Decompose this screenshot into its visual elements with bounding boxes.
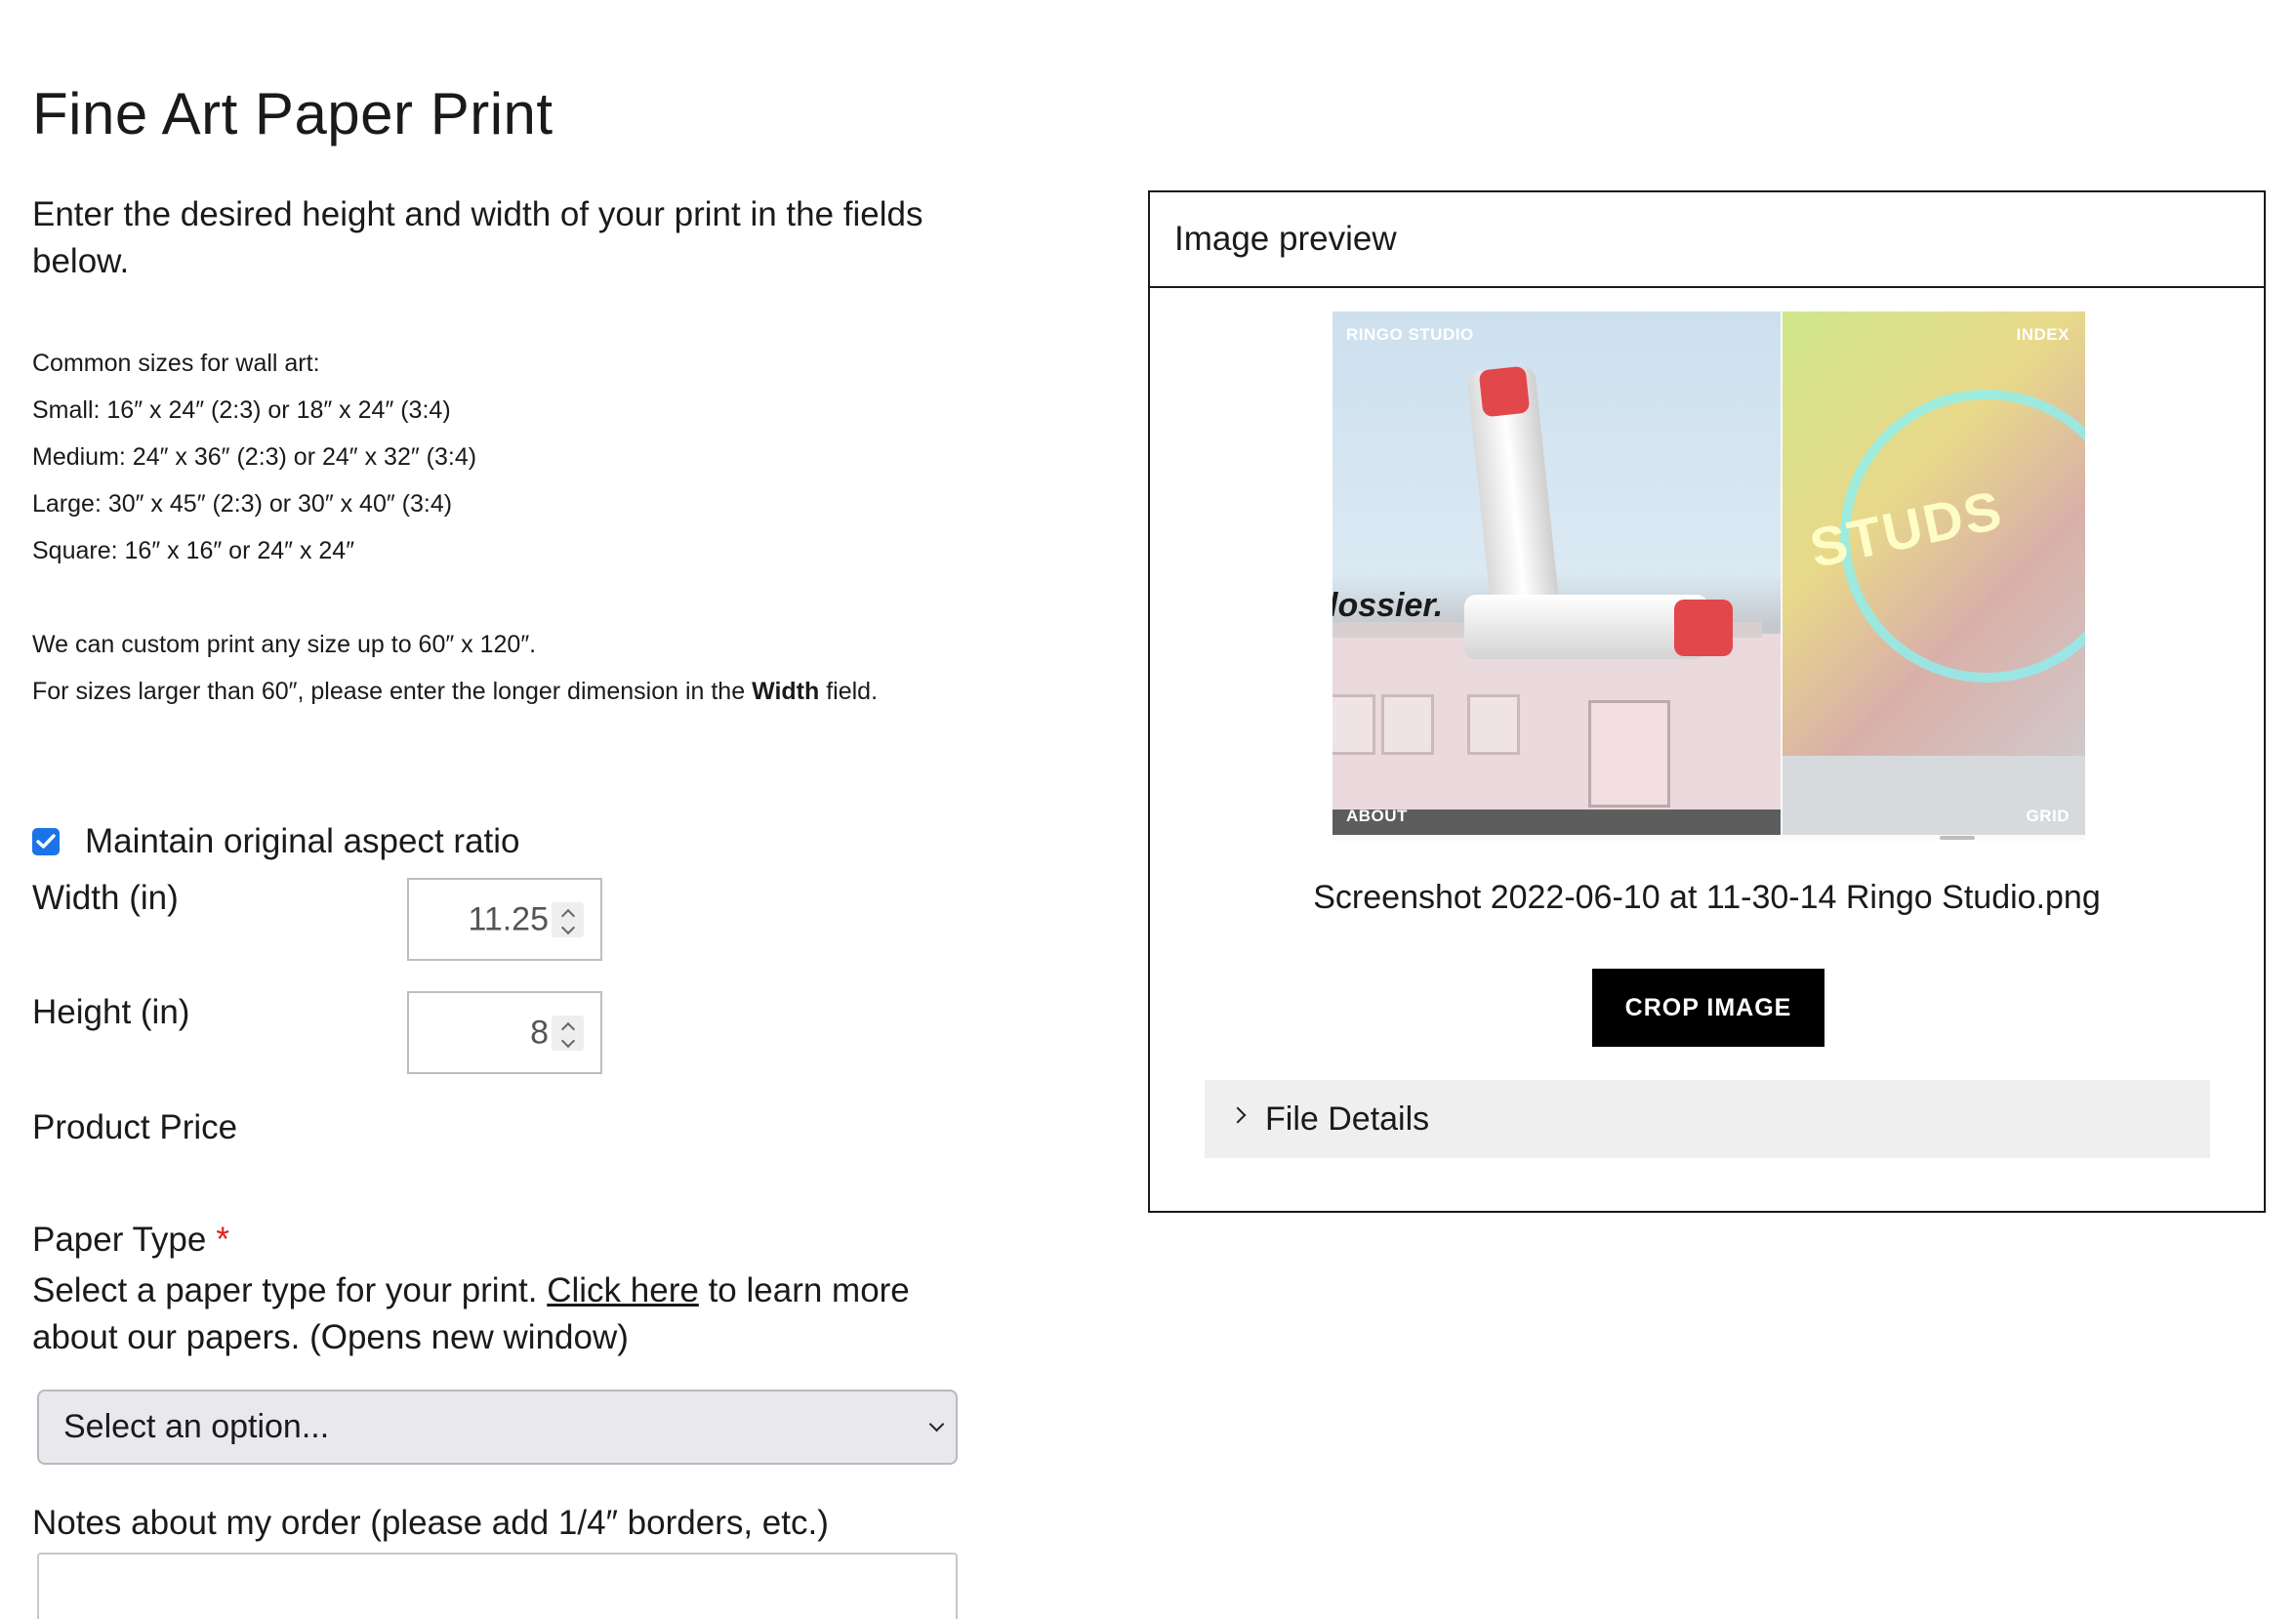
preview-image: lossier. STUDS RINGO STUDIO INDEX ABOUT … bbox=[1332, 311, 2085, 841]
height-stepper[interactable] bbox=[552, 1015, 584, 1051]
image-preview-panel: Image preview lossier. STUDS RINGO STUDI… bbox=[1148, 190, 2266, 1213]
order-notes-label: Notes about my order (please add 1/4″ bo… bbox=[32, 1504, 829, 1542]
thumb-door bbox=[1588, 700, 1670, 808]
order-notes-textarea[interactable] bbox=[37, 1553, 958, 1619]
thumb-label-bottom-left: ABOUT bbox=[1346, 807, 1408, 825]
paper-info-link[interactable]: Click here bbox=[547, 1271, 699, 1309]
sizes-heading: Common sizes for wall art: bbox=[32, 350, 320, 377]
custom-line-1: We can custom print any size up to 60″ x… bbox=[32, 631, 537, 658]
custom-line-2-pre: For sizes larger than 60″, please enter … bbox=[32, 678, 753, 705]
paper-type-label: Paper Type * bbox=[32, 1221, 229, 1260]
thumb-lipstick-cap-2 bbox=[1674, 600, 1733, 656]
aspect-ratio-checkbox[interactable] bbox=[32, 828, 60, 855]
thumb-label-top-left: RINGO STUDIO bbox=[1346, 325, 1474, 344]
chevron-down-icon[interactable] bbox=[560, 920, 575, 934]
chevron-right-icon bbox=[1229, 1106, 1247, 1124]
thumb-label-bottom-right: GRID bbox=[2026, 807, 2070, 825]
thumb-window bbox=[1332, 694, 1375, 755]
height-input[interactable]: 8 bbox=[407, 991, 602, 1074]
thumb-window bbox=[1467, 694, 1520, 755]
custom-line-2: For sizes larger than 60″, please enter … bbox=[32, 668, 940, 715]
thumb-label-top-right: INDEX bbox=[2016, 325, 2070, 344]
width-stepper[interactable] bbox=[552, 901, 584, 937]
checkmark-icon bbox=[36, 834, 56, 849]
page-title: Fine Art Paper Print bbox=[32, 81, 554, 146]
crop-image-button[interactable]: CROP IMAGE bbox=[1592, 969, 1824, 1047]
file-details-label: File Details bbox=[1265, 1100, 1430, 1138]
aspect-ratio-row[interactable]: Maintain original aspect ratio bbox=[32, 820, 520, 863]
file-name: Screenshot 2022-06-10 at 11-30-14 Ringo … bbox=[1313, 879, 2101, 916]
height-value: 8 bbox=[530, 1014, 549, 1051]
paper-help-pre: Select a paper type for your print. bbox=[32, 1271, 548, 1309]
chevron-down-icon[interactable] bbox=[560, 1033, 575, 1048]
thumb-scroll-indicator bbox=[1940, 836, 1975, 840]
thumb-sign: lossier. bbox=[1332, 587, 1444, 624]
product-price-label: Product Price bbox=[32, 1108, 238, 1146]
chevron-down-icon bbox=[928, 1416, 945, 1432]
file-details-toggle[interactable]: File Details bbox=[1205, 1080, 2210, 1158]
paper-type-selected: Select an option... bbox=[63, 1408, 330, 1445]
size-line: Large: 30″ x 45″ (2:3) or 30″ x 40″ (3:4… bbox=[32, 490, 453, 518]
thumb-lipstick-cap bbox=[1478, 365, 1531, 418]
image-preview-header: Image preview bbox=[1150, 192, 2264, 288]
required-marker: * bbox=[216, 1221, 229, 1259]
width-input[interactable]: 11.25 bbox=[407, 878, 602, 961]
size-line: Square: 16″ x 16″ or 24″ x 24″ bbox=[32, 537, 355, 564]
paper-type-select[interactable]: Select an option... bbox=[37, 1390, 958, 1465]
thumb-window bbox=[1381, 694, 1434, 755]
custom-size-note: We can custom print any size up to 60″ x… bbox=[32, 621, 940, 715]
custom-line-2-bold: Width bbox=[752, 678, 820, 705]
width-label: Width (in) bbox=[32, 879, 179, 917]
paper-type-text: Paper Type bbox=[32, 1221, 207, 1259]
width-value: 11.25 bbox=[468, 900, 549, 937]
paper-type-help: Select a paper type for your print. Clic… bbox=[32, 1267, 950, 1361]
aspect-ratio-label: Maintain original aspect ratio bbox=[85, 822, 520, 860]
intro-text: Enter the desired height and width of yo… bbox=[32, 195, 923, 280]
height-label: Height (in) bbox=[32, 993, 190, 1031]
size-line: Small: 16″ x 24″ (2:3) or 18″ x 24″ (3:4… bbox=[32, 396, 451, 424]
thumb-lipstick-2 bbox=[1464, 595, 1708, 659]
size-line: Medium: 24″ x 36″ (2:3) or 24″ x 32″ (3:… bbox=[32, 443, 477, 471]
common-sizes: Common sizes for wall art: Small: 16″ x … bbox=[32, 340, 476, 574]
custom-line-2-post: field. bbox=[819, 678, 879, 705]
